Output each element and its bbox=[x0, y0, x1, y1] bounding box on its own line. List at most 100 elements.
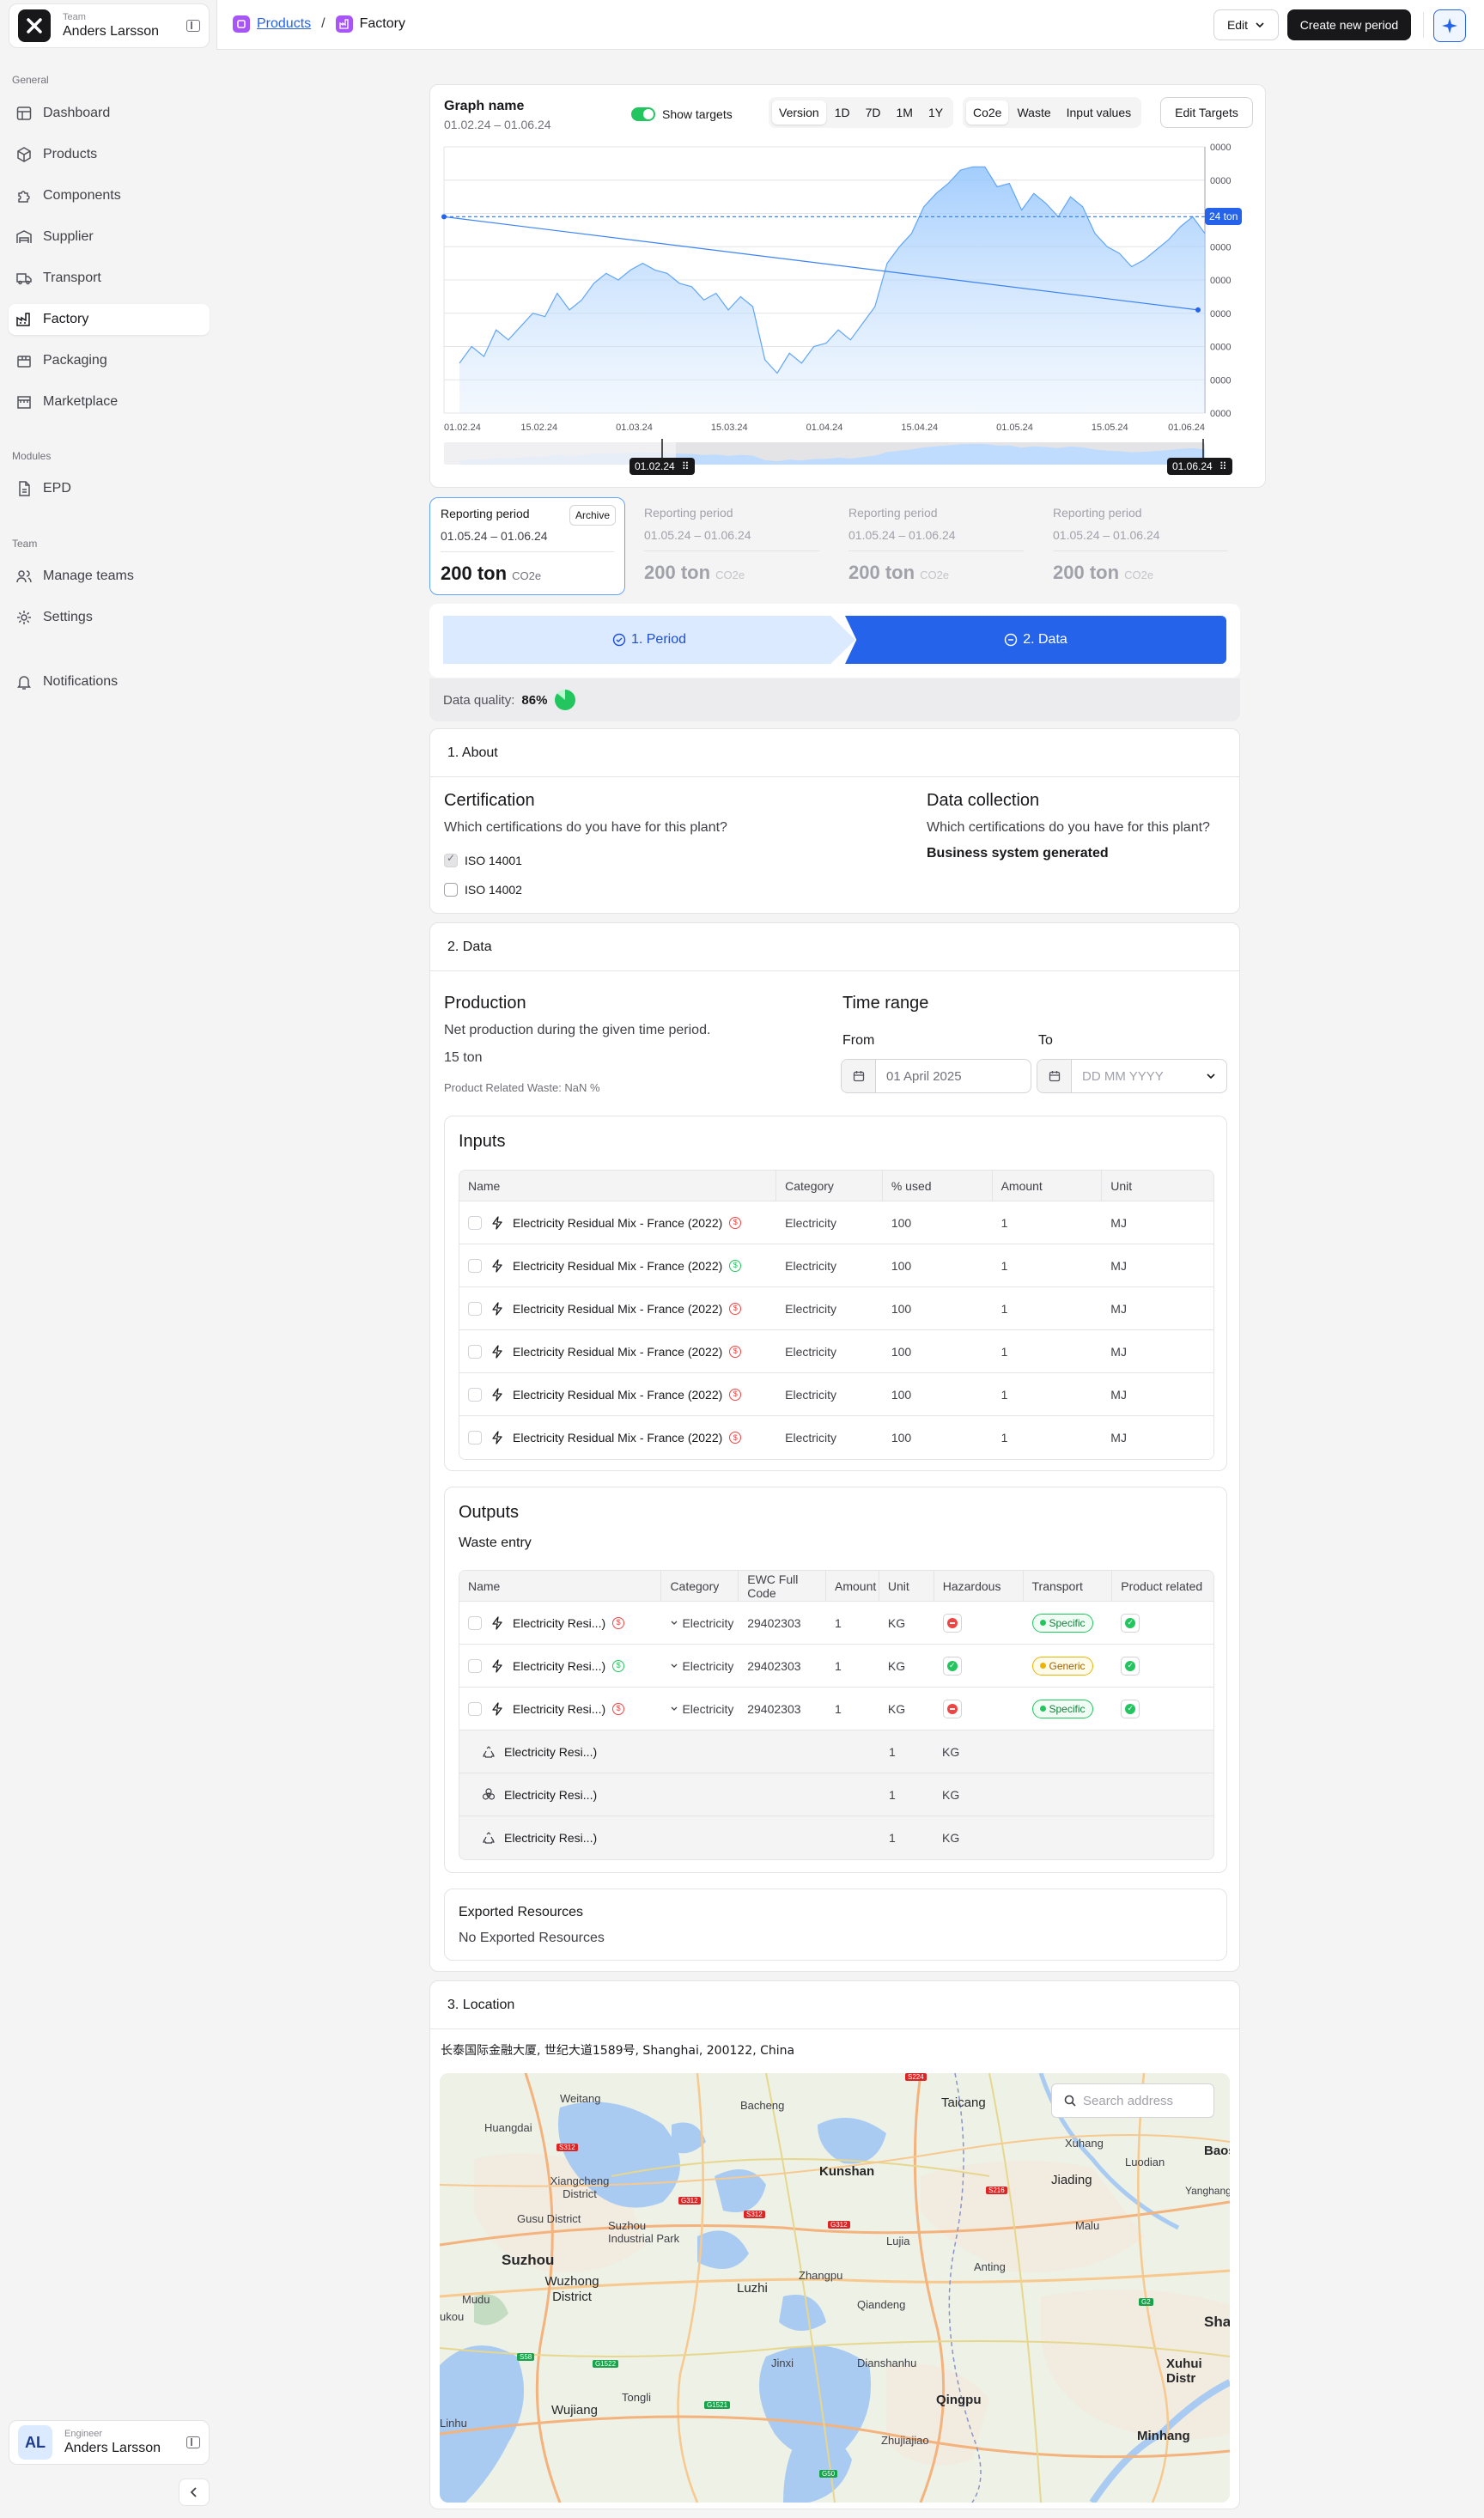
from-date-field[interactable]: 01 April 2025 bbox=[841, 1059, 1031, 1093]
to-date-field[interactable]: DD MM YYYY bbox=[1037, 1059, 1227, 1093]
iso-14001-checkbox[interactable] bbox=[444, 852, 458, 867]
table-row[interactable]: Electricity Residual Mix - France (2022)… bbox=[459, 1330, 1213, 1373]
row-checkbox[interactable] bbox=[468, 1215, 482, 1230]
col-hazardous[interactable]: Hazardous bbox=[934, 1571, 1024, 1601]
col-transport[interactable]: Transport bbox=[1024, 1571, 1113, 1601]
edit-targets-button[interactable]: Edit Targets bbox=[1160, 97, 1253, 128]
archive-button[interactable]: Archive bbox=[569, 505, 616, 526]
sidebar-item-manage-teams[interactable]: Manage teams bbox=[9, 561, 210, 592]
ai-assistant-button[interactable] bbox=[1433, 9, 1466, 42]
reporting-period-card[interactable]: Reporting period Archive 01.05.24 – 01.0… bbox=[429, 497, 625, 595]
create-new-period-button[interactable]: Create new period bbox=[1287, 9, 1411, 40]
sidebar-item-epd[interactable]: EPD bbox=[9, 473, 210, 504]
output-amount: 1 bbox=[835, 1615, 842, 1630]
range-1m[interactable]: 1M bbox=[890, 100, 920, 125]
sidebar-item-notifications[interactable]: Notifications bbox=[9, 666, 210, 697]
breadcrumb-products-link[interactable]: Products bbox=[257, 16, 311, 32]
table-sub-row[interactable]: Electricity Resi...) 1 KG bbox=[459, 1816, 1213, 1859]
brush-start-label[interactable]: 01.02.24 ⠿ bbox=[629, 458, 695, 475]
transport-badge[interactable]: Specific bbox=[1031, 1699, 1093, 1718]
col-product-related[interactable]: Product related bbox=[1112, 1571, 1213, 1601]
col-amount[interactable]: Amount bbox=[993, 1171, 1103, 1201]
table-row[interactable]: Electricity Resi...) $ Electricity 29402303… bbox=[459, 1688, 1213, 1730]
hazardous-yes-icon[interactable]: ✓ bbox=[942, 1656, 962, 1676]
reporting-period-card[interactable]: Reporting period 01.05.24 – 01.06.24 200… bbox=[634, 497, 830, 595]
col-category[interactable]: Category bbox=[661, 1571, 739, 1601]
row-checkbox[interactable] bbox=[468, 1387, 482, 1402]
sidebar-item-transport[interactable]: Transport bbox=[9, 263, 210, 294]
col-name[interactable]: Name bbox=[459, 1571, 662, 1601]
table-row[interactable]: Electricity Resi...) $ Electricity 29402303… bbox=[459, 1602, 1213, 1645]
table-sub-row[interactable]: Electricity Resi...) 1 KG bbox=[459, 1773, 1213, 1816]
map-search-input[interactable]: Search address bbox=[1051, 2083, 1214, 2118]
recycle-icon bbox=[483, 1832, 495, 1844]
edit-dropdown-button[interactable]: Edit bbox=[1213, 9, 1279, 40]
sidebar-toggle-icon[interactable] bbox=[186, 20, 200, 32]
row-checkbox[interactable] bbox=[468, 1658, 482, 1673]
app-logo-icon bbox=[18, 9, 51, 42]
chevron-down-icon[interactable] bbox=[670, 1619, 678, 1627]
col-name[interactable]: Name bbox=[459, 1171, 777, 1201]
table-row[interactable]: Electricity Resi...) $ Electricity 29402303… bbox=[459, 1645, 1213, 1688]
hazardous-no-icon[interactable] bbox=[942, 1613, 962, 1633]
y-tick-label: 0000 bbox=[1210, 309, 1231, 319]
chevron-down-icon[interactable] bbox=[670, 1705, 678, 1713]
show-targets-toggle[interactable] bbox=[631, 107, 655, 121]
sidebar-item-products[interactable]: Products bbox=[9, 139, 210, 170]
sidebar-item-settings[interactable]: Settings bbox=[9, 602, 210, 633]
sidebar-item-factory[interactable]: Factory bbox=[9, 304, 210, 335]
metric-input-values[interactable]: Input values bbox=[1060, 100, 1139, 125]
chevron-down-icon[interactable] bbox=[670, 1662, 678, 1670]
reporting-period-card[interactable]: Reporting period 01.05.24 – 01.06.24 200… bbox=[1043, 497, 1238, 595]
location-map[interactable]: Search address Suzhou Wuzhong District X… bbox=[440, 2073, 1230, 2503]
range-version[interactable]: Version bbox=[772, 100, 826, 125]
row-checkbox[interactable] bbox=[468, 1258, 482, 1273]
row-checkbox[interactable] bbox=[468, 1615, 482, 1630]
sidebar-item-supplier[interactable]: Supplier bbox=[9, 222, 210, 252]
step-period[interactable]: 1. Period bbox=[443, 616, 855, 664]
team-switcher[interactable]: Team Anders Larsson bbox=[9, 3, 210, 48]
table-row[interactable]: Electricity Residual Mix - France (2022)… bbox=[459, 1373, 1213, 1416]
transport-badge[interactable]: Generic bbox=[1031, 1656, 1093, 1676]
row-checkbox[interactable] bbox=[468, 1701, 482, 1716]
hazardous-no-icon[interactable] bbox=[942, 1699, 962, 1718]
sidebar-item-components[interactable]: Components bbox=[9, 180, 210, 211]
table-sub-row[interactable]: Electricity Resi...) 1 KG bbox=[459, 1730, 1213, 1773]
metric-waste[interactable]: Waste bbox=[1010, 100, 1057, 125]
range-7d[interactable]: 7D bbox=[859, 100, 888, 125]
iso-14002-checkbox[interactable] bbox=[444, 883, 458, 897]
range-1y[interactable]: 1Y bbox=[921, 100, 950, 125]
product-related-icon[interactable]: ✓ bbox=[1121, 1699, 1140, 1718]
sidebar-item-marketplace[interactable]: Marketplace bbox=[9, 386, 210, 417]
col-amount[interactable]: Amount bbox=[826, 1571, 879, 1601]
col-category[interactable]: Category bbox=[776, 1171, 883, 1201]
row-checkbox[interactable] bbox=[468, 1431, 482, 1445]
map-label: Zhujiajiao bbox=[881, 2434, 929, 2447]
row-checkbox[interactable] bbox=[468, 1301, 482, 1316]
reporting-period-card[interactable]: Reporting period 01.05.24 – 01.06.24 200… bbox=[838, 497, 1034, 595]
collapse-sidebar-button[interactable] bbox=[179, 2478, 210, 2506]
sidebar-item-dashboard[interactable]: Dashboard bbox=[9, 98, 210, 129]
step-data[interactable]: 2. Data bbox=[845, 616, 1226, 664]
table-row[interactable]: Electricity Residual Mix - France (2022)… bbox=[459, 1244, 1213, 1287]
table-row[interactable]: Electricity Residual Mix - France (2022)… bbox=[459, 1416, 1213, 1459]
col-used[interactable]: % used bbox=[883, 1171, 993, 1201]
data-source-flag-icon: $ bbox=[729, 1216, 742, 1229]
range-1d[interactable]: 1D bbox=[828, 100, 857, 125]
col-unit[interactable]: Unit bbox=[1102, 1171, 1213, 1201]
col-ewc[interactable]: EWC Full Code bbox=[739, 1571, 826, 1601]
input-name: Electricity Residual Mix - France (2022) bbox=[513, 1344, 723, 1359]
table-row[interactable]: Electricity Residual Mix - France (2022)… bbox=[459, 1287, 1213, 1330]
table-row[interactable]: Electricity Residual Mix - France (2022)… bbox=[459, 1201, 1213, 1244]
metric-co2e[interactable]: Co2e bbox=[966, 100, 1009, 125]
col-unit[interactable]: Unit bbox=[879, 1571, 934, 1601]
row-checkbox[interactable] bbox=[468, 1344, 482, 1359]
user-menu[interactable]: AL Engineer Anders Larsson bbox=[9, 2420, 210, 2465]
panel-icon[interactable] bbox=[186, 2436, 200, 2448]
product-related-icon[interactable]: ✓ bbox=[1121, 1656, 1140, 1676]
product-related-icon[interactable]: ✓ bbox=[1121, 1613, 1140, 1633]
transport-badge[interactable]: Specific bbox=[1031, 1613, 1093, 1633]
output-ewc: 29402303 bbox=[747, 1701, 801, 1716]
sidebar-item-packaging[interactable]: Packaging bbox=[9, 345, 210, 376]
brush-end-label[interactable]: 01.06.24 ⠿ bbox=[1167, 458, 1232, 475]
